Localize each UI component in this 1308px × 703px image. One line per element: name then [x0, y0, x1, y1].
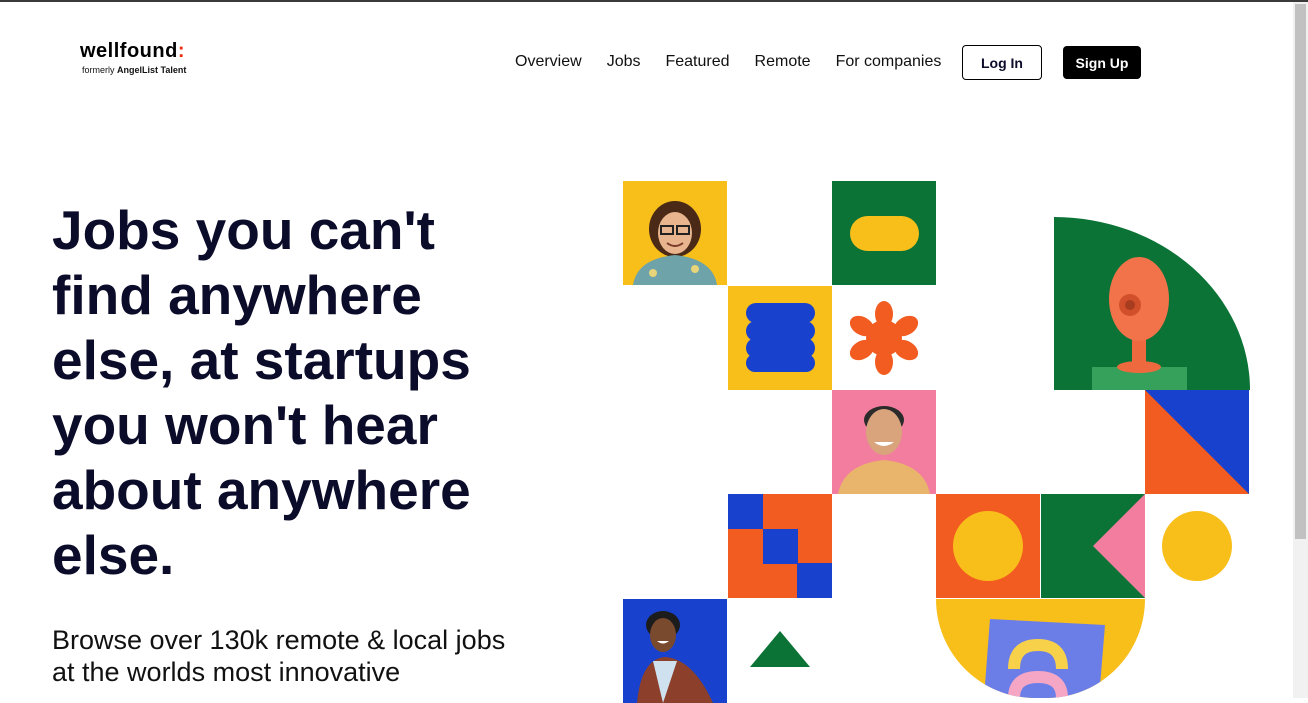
hero-subtitle: Browse over 130k remote & local jobs at … — [52, 625, 506, 687]
logo-colon: : — [177, 40, 185, 62]
scrollbar-thumb[interactable] — [1295, 4, 1306, 539]
tile-yellow-arch — [936, 599, 1145, 698]
tile-green-triangle — [728, 599, 832, 703]
tile-green-pill — [832, 181, 936, 285]
nav-remote[interactable]: Remote — [755, 53, 811, 71]
tile-pink-triangle — [1041, 494, 1145, 598]
window-top-border — [0, 0, 1308, 2]
wellfound-logo[interactable]: wellfound: formerly AngelList Talent — [80, 40, 186, 75]
nav-featured[interactable]: Featured — [665, 53, 729, 71]
person-photo-woman — [623, 599, 727, 703]
tile-orange-star — [832, 286, 936, 390]
login-button[interactable]: Log In — [962, 45, 1042, 80]
nav-jobs[interactable]: Jobs — [607, 53, 641, 71]
tile-yellow-circle — [1145, 494, 1249, 598]
person-photo-curly-hair — [623, 181, 727, 285]
logo-subtitle: formerly AngelList Talent — [82, 65, 187, 75]
tile-yellow-circle-on-orange — [936, 494, 1040, 598]
tile-blue-stack — [728, 286, 832, 390]
tile-checker — [728, 494, 832, 598]
hero-title: Jobs you can't find anywhere else, at st… — [52, 199, 471, 586]
main-nav: Overview Jobs Featured Remote For compan… — [515, 45, 966, 79]
logo-wordmark: wellfound — [80, 40, 178, 62]
webcam-quarter-shape — [1054, 217, 1250, 390]
nav-for-companies[interactable]: For companies — [836, 53, 942, 71]
tile-triangles — [1145, 390, 1249, 494]
nav-overview[interactable]: Overview — [515, 53, 582, 71]
page-scrollbar[interactable] — [1293, 2, 1308, 698]
person-photo-smiling-man — [832, 390, 936, 494]
signup-button[interactable]: Sign Up — [1063, 46, 1141, 79]
